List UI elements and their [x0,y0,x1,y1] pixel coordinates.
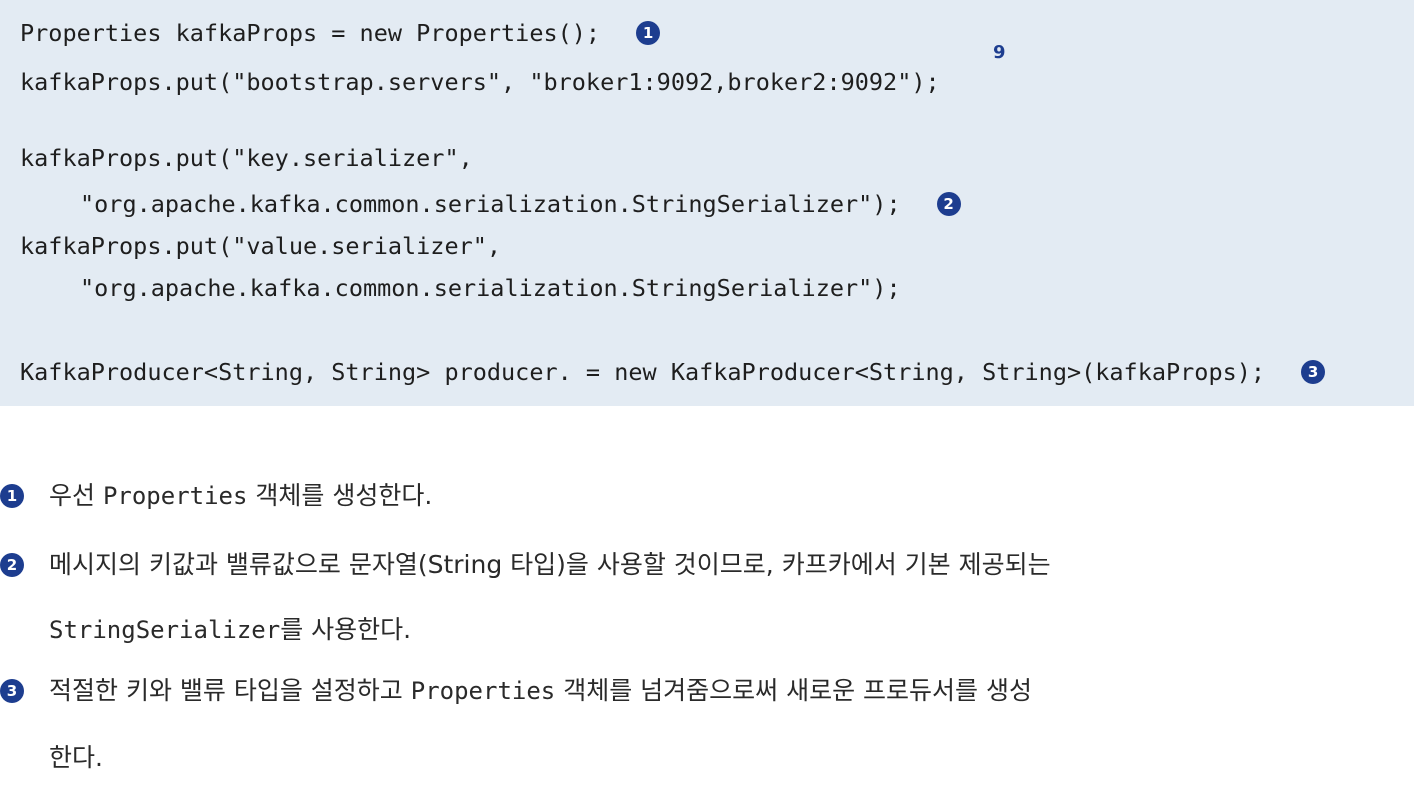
note-1-text: 우선 Properties 객체를 생성한다. [49,481,432,511]
note-2-line-2: StringSerializer를 사용한다. [49,615,411,645]
note-2-post: 를 사용한다. [280,615,412,644]
code-line-3: kafkaProps.put("key.serializer", [20,143,473,173]
page: Properties kafkaProps = new Properties()… [0,0,1414,792]
note-marker-3: 3 [0,679,24,703]
code-line-5: kafkaProps.put("value.serializer", [20,231,501,261]
note-3-post: 객체를 넘겨줌으로써 새로운 프로듀서를 생성 [555,676,1032,705]
note-marker-1: 1 [0,484,24,508]
note-3: 3 적절한 키와 밸류 타입을 설정하고 Properties 객체를 넘겨줌으… [0,676,1414,708]
note-2-code: StringSerializer [49,616,281,644]
code-line-4: "org.apache.kafka.common.serialization.S… [80,189,961,219]
callout-marker-1: 1 [636,20,661,45]
code-line-2: kafkaProps.put("bootstrap.servers", "bro… [20,67,940,97]
note-3-line-2: 한다. [49,743,103,772]
note-1-post: 객체를 생성한다. [247,481,433,510]
code-line-6: "org.apache.kafka.common.serialization.S… [80,273,901,303]
code-text-1: Properties kafkaProps = new Properties()… [20,19,601,47]
code-text-5: kafkaProps.put("value.serializer", [20,232,502,260]
note-marker-2: 2 [0,553,24,577]
code-text-2: kafkaProps.put("bootstrap.servers", "bro… [20,68,940,96]
code-block: Properties kafkaProps = new Properties()… [0,0,1414,406]
code-line-7: KafkaProducer<String, String> producer. … [20,357,1326,387]
note-1: 1 우선 Properties 객체를 생성한다. [0,481,1414,513]
note-3-pre: 적절한 키와 밸류 타입을 설정하고 [49,676,411,705]
code-text-3: kafkaProps.put("key.serializer", [20,144,473,172]
note-3-line-1: 적절한 키와 밸류 타입을 설정하고 Properties 객체를 넘겨줌으로써… [49,676,1032,706]
note-3-code: Properties [410,677,556,705]
note-1-code: Properties [102,482,248,510]
code-text-6: "org.apache.kafka.common.serialization.S… [80,274,901,302]
code-line-1: Properties kafkaProps = new Properties()… [20,18,661,48]
callout-marker-3: 3 [1301,359,1326,384]
superscript-mark: 9 [993,42,1006,63]
code-text-4: "org.apache.kafka.common.serialization.S… [80,190,901,218]
note-2: 2 메시지의 키값과 밸류값으로 문자열(String 타입)을 사용할 것이므… [0,550,1414,582]
note-2-line-1: 메시지의 키값과 밸류값으로 문자열(String 타입)을 사용할 것이므로,… [49,550,1051,579]
code-text-7: KafkaProducer<String, String> producer. … [20,358,1266,386]
note-1-pre: 우선 [49,481,103,510]
callout-marker-2: 2 [936,191,961,216]
